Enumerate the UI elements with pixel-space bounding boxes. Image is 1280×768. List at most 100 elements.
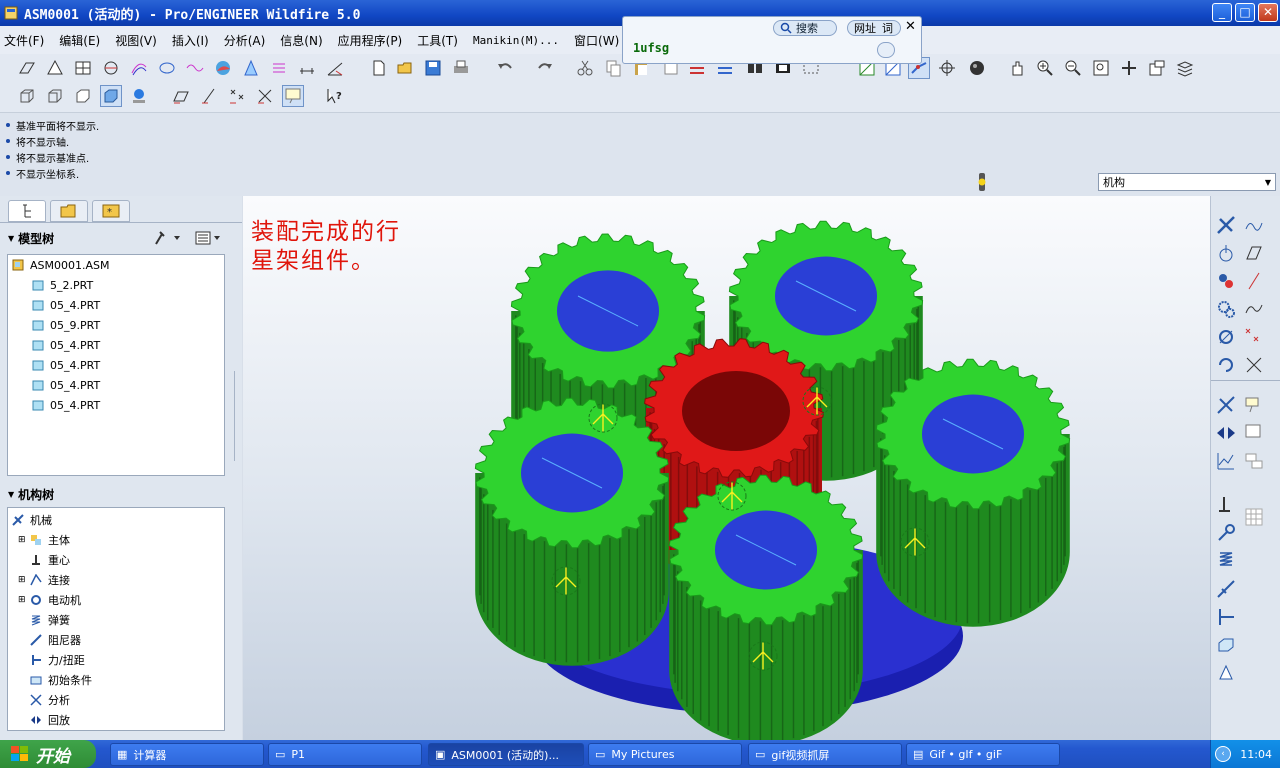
- tree-item-part[interactable]: 05_4.PRT: [8, 375, 224, 395]
- saved-views-icon[interactable]: [1146, 57, 1168, 79]
- csys-tag-icon[interactable]: [254, 85, 276, 107]
- copy-icon[interactable]: [602, 57, 624, 79]
- force-tool-icon[interactable]: [1215, 606, 1237, 628]
- panel-sash[interactable]: [234, 371, 240, 461]
- mode-select[interactable]: 机构 ▼: [1098, 173, 1276, 191]
- mech-item-forces[interactable]: 力/扭距: [8, 650, 224, 670]
- model-tree-header[interactable]: ▼ 模型树: [8, 230, 54, 247]
- start-button[interactable]: 开始: [0, 740, 96, 768]
- points-tool-icon[interactable]: [1243, 326, 1265, 348]
- open-folder-icon[interactable]: [394, 57, 416, 79]
- csys-tool-icon[interactable]: [1243, 354, 1265, 376]
- menu-analysis[interactable]: 分析(A): [224, 32, 266, 49]
- tree-columns-icon[interactable]: [194, 230, 224, 249]
- zoom-in-icon[interactable]: [1034, 57, 1056, 79]
- menu-tools[interactable]: 工具(T): [417, 32, 458, 49]
- close-button[interactable]: ✕: [1258, 3, 1278, 22]
- mechanism-tree-header[interactable]: ▼ 机构树: [8, 486, 54, 503]
- gravity-vector-icon[interactable]: [1215, 494, 1237, 516]
- curvature-icon[interactable]: [184, 57, 206, 79]
- datum-axis-icon[interactable]: [44, 57, 66, 79]
- mech-item-bodies[interactable]: ⊞ 主体: [8, 530, 224, 550]
- task-gif-capture[interactable]: ▭ gif视频抓屏: [748, 743, 902, 766]
- menu-manikin[interactable]: Manikin(M)...: [473, 34, 559, 47]
- shade-analysis-icon[interactable]: [212, 57, 234, 79]
- plane-tag-icon[interactable]: [170, 85, 192, 107]
- run-analysis-icon[interactable]: [1215, 394, 1237, 416]
- annotation-tool-icon[interactable]: [1243, 394, 1265, 416]
- pan-icon[interactable]: [1006, 57, 1028, 79]
- task-my-pictures[interactable]: ▭ My Pictures: [588, 743, 742, 766]
- damper-tool-icon[interactable]: [1215, 578, 1237, 600]
- menu-file[interactable]: 文件(F): [4, 32, 44, 49]
- tree-item-part[interactable]: 5_2.PRT: [8, 275, 224, 295]
- mech-item-dampers[interactable]: 阻尼器: [8, 630, 224, 650]
- menu-view[interactable]: 视图(V): [115, 32, 157, 49]
- wireframe-icon[interactable]: [16, 85, 38, 107]
- shaded-icon[interactable]: [100, 85, 122, 107]
- belt-icon[interactable]: [1215, 326, 1237, 348]
- expand-icon[interactable]: ⊞: [18, 535, 28, 545]
- task-calculator[interactable]: ▦ 计算器: [110, 743, 264, 766]
- new-file-icon[interactable]: [368, 57, 390, 79]
- shading-icon[interactable]: [966, 57, 988, 79]
- graph-icon[interactable]: [1243, 214, 1265, 236]
- curve-analysis-icon[interactable]: [156, 57, 178, 79]
- minimize-button[interactable]: _: [1212, 3, 1232, 22]
- search-close-icon[interactable]: ✕: [905, 19, 916, 34]
- menu-window[interactable]: 窗口(W): [574, 32, 619, 49]
- refit-icon[interactable]: [1090, 57, 1112, 79]
- expand-icon[interactable]: ⊞: [18, 575, 28, 585]
- axis-tool-icon[interactable]: [1243, 270, 1265, 292]
- url-button[interactable]: 网址 词: [847, 20, 901, 36]
- hidden-line-icon[interactable]: [44, 85, 66, 107]
- grid-icon[interactable]: [1243, 506, 1265, 528]
- mech-item-playbacks[interactable]: 回放: [8, 710, 224, 730]
- servo-motor-icon[interactable]: [1215, 522, 1237, 544]
- no-hidden-icon[interactable]: [72, 85, 94, 107]
- tab-favorites[interactable]: *: [92, 200, 130, 222]
- copy-query-icon[interactable]: [877, 42, 895, 58]
- gravity-tool-icon[interactable]: [1215, 242, 1237, 264]
- tab-folder-browser[interactable]: [50, 200, 88, 222]
- menu-info[interactable]: 信息(N): [280, 32, 322, 49]
- menu-edit[interactable]: 编辑(E): [59, 32, 100, 49]
- reorient-icon[interactable]: [1118, 57, 1140, 79]
- playback-tool-icon[interactable]: [1215, 422, 1237, 444]
- spring-tool-icon[interactable]: [1215, 550, 1237, 572]
- expand-icon[interactable]: ⊞: [18, 595, 28, 605]
- redo-icon[interactable]: [534, 57, 556, 79]
- mech-item-initial-conditions[interactable]: 初始条件: [8, 670, 224, 690]
- measure-graph-icon[interactable]: [1215, 450, 1237, 472]
- slope-analysis-icon[interactable]: [268, 57, 290, 79]
- curve-tool-icon[interactable]: [1243, 298, 1265, 320]
- point-tag-icon[interactable]: [226, 85, 248, 107]
- status-light-icon[interactable]: [975, 171, 989, 196]
- context-help-icon[interactable]: ?: [324, 85, 346, 107]
- mech-item-springs[interactable]: 弹簧: [8, 610, 224, 630]
- mech-item-connections[interactable]: ⊞ 连接: [8, 570, 224, 590]
- annotation-display-icon[interactable]: [282, 85, 304, 107]
- cam-icon[interactable]: [1215, 270, 1237, 292]
- menu-insert[interactable]: 插入(I): [172, 32, 209, 49]
- search-button[interactable]: 搜索: [773, 20, 837, 36]
- measure-angle-icon[interactable]: [324, 57, 346, 79]
- task-p1[interactable]: ▭ P1: [268, 743, 422, 766]
- enhanced-realism-icon[interactable]: [128, 85, 150, 107]
- tree-item-part[interactable]: 05_4.PRT: [8, 295, 224, 315]
- graphics-window[interactable]: 装配完成的行 星架组件。: [243, 196, 1210, 740]
- datum-point-icon[interactable]: [72, 57, 94, 79]
- save-icon[interactable]: [422, 57, 444, 79]
- mass-properties-icon[interactable]: [1215, 662, 1237, 684]
- mech-item-gravity[interactable]: 重心: [8, 550, 224, 570]
- zoom-out-icon[interactable]: [1062, 57, 1084, 79]
- mech-item-motors[interactable]: ⊞ 电动机: [8, 590, 224, 610]
- menu-applications[interactable]: 应用程序(P): [338, 32, 403, 49]
- maximize-button[interactable]: □: [1235, 3, 1255, 22]
- tree-item-part[interactable]: 05_9.PRT: [8, 315, 224, 335]
- coordinate-system-icon[interactable]: [100, 57, 122, 79]
- axis-tag-icon[interactable]: [198, 85, 220, 107]
- trace-curve-icon[interactable]: [1243, 450, 1265, 472]
- task-proe[interactable]: ▣ ASM0001 (活动的)...: [428, 743, 584, 766]
- initial-condition-tool-icon[interactable]: [1215, 634, 1237, 656]
